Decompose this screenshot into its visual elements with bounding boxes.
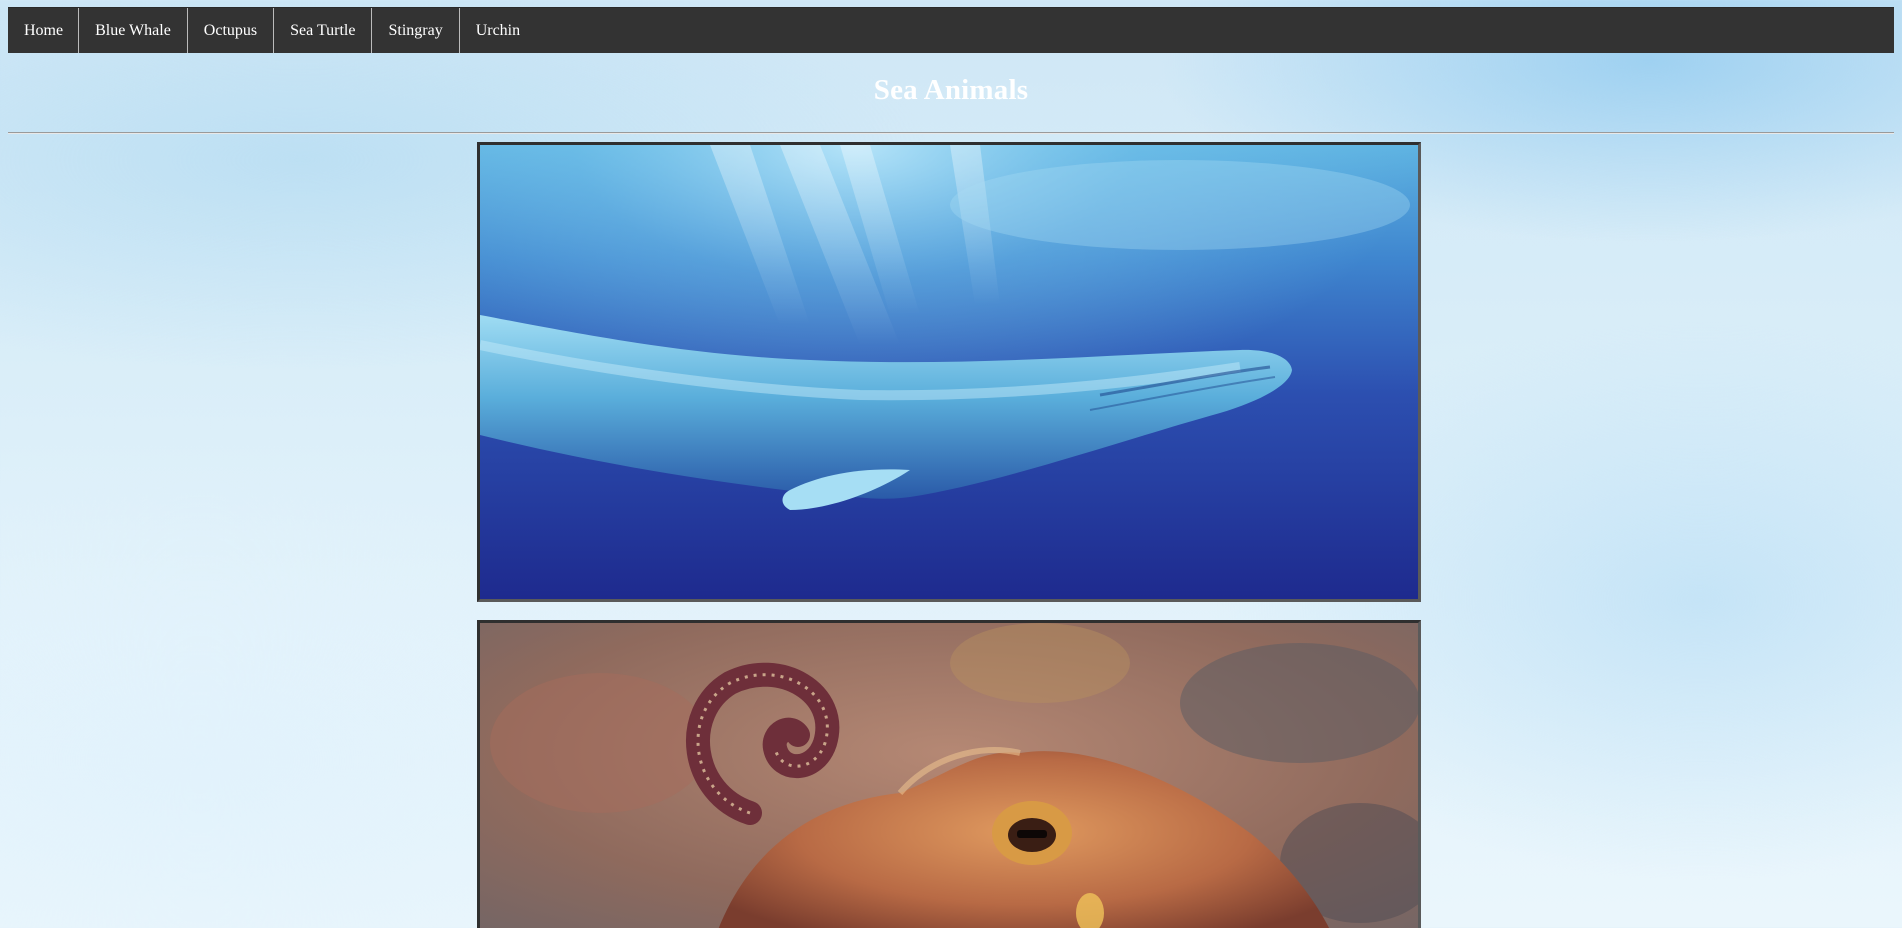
- nav-link-octopus[interactable]: Octupus: [188, 8, 275, 53]
- nav-link-home[interactable]: Home: [8, 8, 80, 53]
- blue-whale-photo: [477, 142, 1421, 602]
- nav-link-sea-turtle[interactable]: Sea Turtle: [274, 8, 373, 53]
- page-title: Sea Animals: [873, 74, 1029, 106]
- nav-link-stingray[interactable]: Stingray: [372, 8, 460, 53]
- top-navigation: Home Blue Whale Octupus Sea Turtle Sting…: [8, 7, 1894, 53]
- octopus-image: [480, 623, 1418, 928]
- octopus-photo: [477, 620, 1421, 928]
- title-divider: [8, 132, 1894, 134]
- nav-link-blue-whale[interactable]: Blue Whale: [79, 8, 188, 53]
- blue-whale-image: [480, 145, 1418, 599]
- nav-link-urchin[interactable]: Urchin: [460, 8, 536, 53]
